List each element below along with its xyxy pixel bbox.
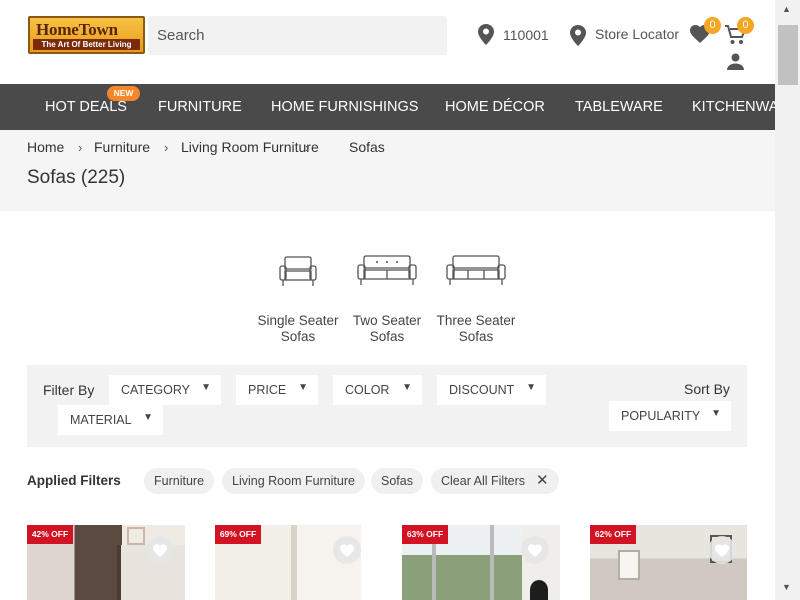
product-wishlist-button[interactable] (521, 536, 549, 564)
applied-filter-chip[interactable]: Living Room Furniture (222, 468, 365, 494)
breadcrumb-home[interactable]: Home (27, 139, 64, 155)
nav-item-home-furnishings[interactable]: HOME FURNISHINGS (271, 84, 418, 130)
category-label: Sofas (369, 329, 405, 344)
search-box (148, 16, 447, 55)
discount-badge: 63% OFF (402, 525, 448, 544)
category-three-seater[interactable]: Three Seater Sofas (426, 313, 526, 345)
breadcrumb-living-room[interactable]: Living Room Furniture (181, 139, 319, 155)
chevron-right-icon: › (164, 140, 169, 155)
nav-item-furniture[interactable]: FURNITURE (158, 84, 242, 130)
caret-down-icon: ▼ (711, 408, 721, 419)
category-label: Two Seater (352, 313, 422, 328)
store-locator-link[interactable]: Store Locator (595, 26, 679, 42)
page-title: Sofas (225) (27, 167, 126, 188)
color-dropdown[interactable]: COLOR ▼ (333, 375, 422, 405)
category-dropdown[interactable]: CATEGORY ▼ (109, 375, 221, 405)
dropdown-label: MATERIAL (70, 413, 132, 427)
search-input[interactable] (148, 16, 408, 55)
category-label: Single Seater (257, 313, 339, 328)
pincode-text[interactable]: 110001 (503, 27, 549, 43)
caret-down-icon: ▼ (526, 382, 536, 393)
product-wishlist-button[interactable] (708, 536, 736, 564)
dropdown-label: CATEGORY (121, 383, 190, 397)
clear-all-label: Clear All Filters (441, 474, 526, 488)
product-wishlist-button[interactable] (333, 536, 361, 564)
location-pin-icon[interactable] (478, 24, 494, 45)
discount-dropdown[interactable]: DISCOUNT ▼ (437, 375, 546, 405)
dropdown-label: COLOR (345, 383, 390, 397)
vertical-scrollbar[interactable] (775, 0, 800, 600)
hometown-logo[interactable]: HomeTown The Art Of Better Living (28, 16, 145, 54)
caret-down-icon: ▼ (402, 382, 412, 393)
scroll-up-arrow-icon[interactable]: ▲ (782, 4, 791, 14)
wishlist-count-badge: 0 (704, 17, 721, 34)
two-seater-sofa-icon[interactable] (357, 254, 417, 288)
heart-icon (153, 544, 167, 557)
sort-dropdown[interactable]: POPULARITY ▼ (609, 401, 731, 431)
breadcrumb-sofas: Sofas (349, 139, 385, 155)
material-dropdown[interactable]: MATERIAL ▼ (58, 405, 163, 435)
scrollbar-thumb[interactable] (778, 25, 798, 85)
applied-filters-label: Applied Filters (27, 473, 121, 488)
sort-by-label: Sort By (684, 381, 730, 397)
sort-value: POPULARITY (621, 409, 701, 423)
dropdown-label: PRICE (248, 383, 287, 397)
logo-title: HomeTown (36, 20, 118, 39)
heart-icon (528, 544, 542, 557)
scroll-down-arrow-icon[interactable]: ▼ (782, 582, 791, 592)
discount-badge: 69% OFF (215, 525, 261, 544)
filter-by-label: Filter By (43, 382, 95, 398)
applied-filter-chip[interactable]: Furniture (144, 468, 215, 494)
discount-badge: 62% OFF (590, 525, 636, 544)
dropdown-label: DISCOUNT (449, 383, 515, 397)
chevron-right-icon: › (78, 140, 83, 155)
single-seater-sofa-icon[interactable] (279, 255, 317, 288)
three-seater-sofa-icon[interactable] (446, 254, 506, 288)
product-wishlist-button[interactable] (146, 536, 174, 564)
nav-item-home-decor[interactable]: HOME DÉCOR (445, 84, 545, 130)
category-single-seater[interactable]: Single Seater Sofas (248, 313, 348, 345)
nav-item-kitchenware[interactable]: KITCHENWA (692, 84, 775, 130)
price-dropdown[interactable]: PRICE ▼ (236, 375, 318, 405)
category-two-seater[interactable]: Two Seater Sofas (337, 313, 437, 345)
heart-icon (715, 544, 729, 557)
category-label: Three Seater (436, 313, 516, 328)
category-label: Sofas (280, 329, 316, 344)
heart-icon (340, 544, 354, 557)
caret-down-icon: ▼ (201, 382, 211, 393)
nav-item-tableware[interactable]: TABLEWARE (575, 84, 663, 130)
caret-down-icon: ▼ (298, 382, 308, 393)
user-account-icon[interactable] (727, 53, 744, 70)
category-label: Sofas (458, 329, 494, 344)
new-badge: NEW (107, 86, 140, 101)
store-pin-icon[interactable] (570, 25, 586, 46)
chevron-right-icon: › (305, 140, 310, 155)
logo-tagline: The Art Of Better Living (33, 39, 140, 50)
caret-down-icon: ▼ (143, 412, 153, 423)
discount-badge: 42% OFF (27, 525, 73, 544)
applied-filter-chip[interactable]: Sofas (371, 468, 423, 494)
close-icon[interactable]: ✕ (536, 471, 549, 489)
breadcrumb-furniture[interactable]: Furniture (94, 139, 150, 155)
cart-count-badge: 0 (737, 17, 754, 34)
